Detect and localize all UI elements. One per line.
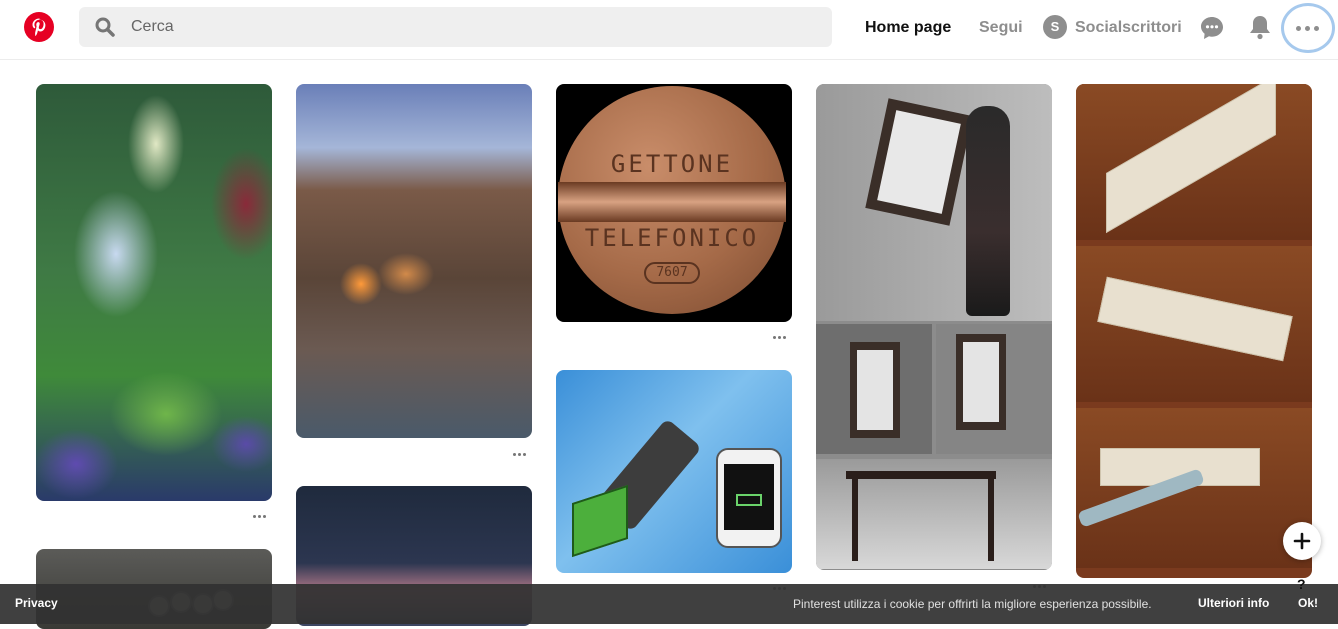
more-options-icon[interactable]	[1281, 3, 1335, 53]
ok-button[interactable]: Ok!	[1298, 596, 1318, 610]
search-bar[interactable]	[79, 7, 832, 47]
add-plus-icon[interactable]	[1283, 522, 1321, 560]
pinterest-logo-icon[interactable]	[24, 12, 54, 42]
pin-image-forest[interactable]	[36, 84, 272, 501]
cookie-banner: Privacy Pinterest utilizza i cookie per …	[0, 584, 1338, 624]
pin-more-icon[interactable]	[513, 452, 529, 458]
help-button[interactable]: ?	[1297, 576, 1306, 592]
pin-image-folding-frame-table[interactable]	[816, 84, 1052, 570]
nav-following[interactable]: Segui	[979, 19, 1023, 37]
avatar: S	[1043, 15, 1067, 39]
pin-image-phone-token[interactable]: GETTONE TELEFONICO 7607	[556, 84, 792, 322]
pin-more-icon[interactable]	[253, 514, 269, 520]
token-coin: GETTONE TELEFONICO 7607	[558, 86, 786, 314]
pin-image-paper-fan-craft[interactable]	[1076, 84, 1312, 578]
pin-more-icon[interactable]	[773, 335, 789, 341]
profile-name: Socialscrittori	[1075, 19, 1182, 36]
more-info-link[interactable]: Ulteriori info	[1198, 596, 1269, 610]
nav-home-page[interactable]: Home page	[865, 19, 951, 37]
search-input[interactable]	[131, 7, 811, 47]
messages-icon[interactable]	[1199, 15, 1225, 41]
coin-number: 7607	[644, 262, 700, 284]
pin-image-village-street[interactable]	[296, 84, 532, 438]
pin-image-battery-charger[interactable]	[556, 370, 792, 573]
privacy-link[interactable]: Privacy	[15, 596, 58, 610]
cookie-notice-text: Pinterest utilizza i cookie per offrirti…	[793, 597, 1152, 611]
notifications-bell-icon[interactable]	[1248, 14, 1272, 40]
top-nav-bar: Home page Segui S Socialscrittori	[0, 0, 1338, 60]
search-icon	[95, 17, 115, 37]
coin-top-text: GETTONE	[610, 150, 734, 178]
coin-bottom-text: TELEFONICO	[584, 224, 760, 252]
